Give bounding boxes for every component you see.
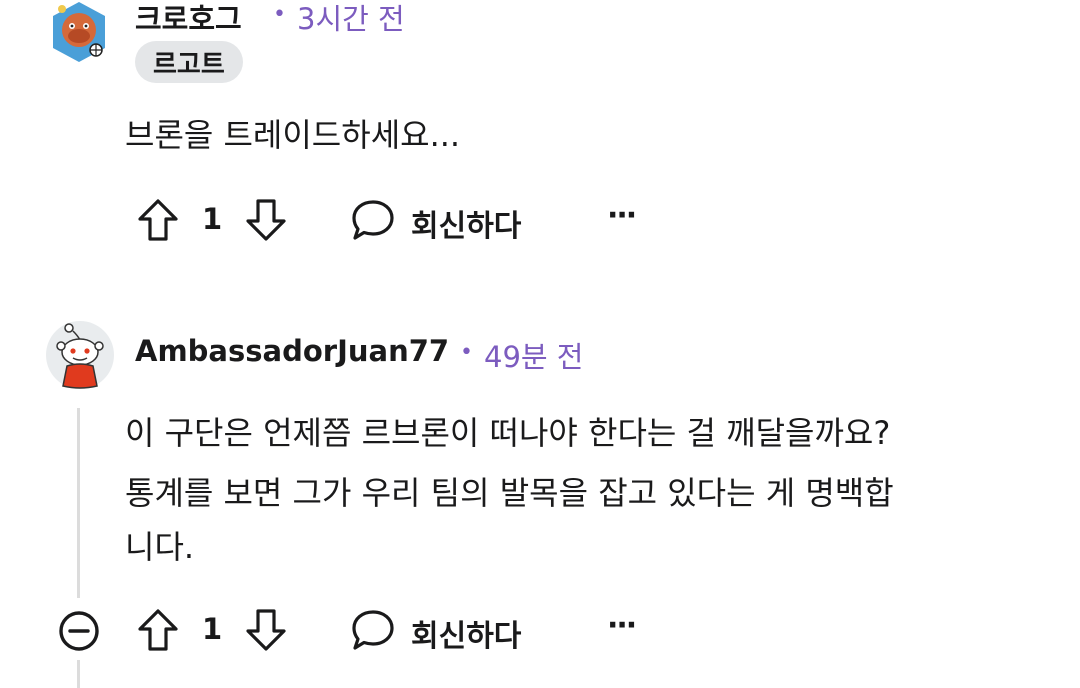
user-flair: 르고트 (135, 41, 243, 83)
vote-count: 1 (202, 202, 223, 236)
username[interactable]: AmbassadorJuan77 (135, 334, 449, 368)
downvote-arrow-icon (246, 609, 286, 651)
reply-button[interactable] (350, 198, 396, 242)
username[interactable]: 크로호그 (135, 0, 242, 38)
collapse-thread-button[interactable] (57, 609, 101, 653)
comment-body-line: 이 구단은 언제쯤 르브론이 떠나야 한다는 걸 깨달을까요? (125, 414, 891, 452)
comment-bubble-icon (352, 200, 394, 240)
downvote-arrow-icon (246, 199, 286, 241)
reply-label[interactable]: 회신하다 (411, 611, 521, 655)
snoo-avatar-icon (53, 2, 105, 62)
downvote-button[interactable] (245, 198, 287, 242)
more-options-button[interactable]: ··· (607, 608, 637, 643)
separator-dot: • (273, 2, 286, 27)
timestamp: 3시간 전 (297, 2, 405, 36)
thread-line[interactable] (77, 660, 80, 688)
avatar[interactable] (50, 0, 108, 64)
comment-body-line: 통계를 보면 그가 우리 팀의 발목을 잡고 있다는 게 명백합 (125, 474, 894, 512)
timestamp: 49분 전 (484, 340, 584, 374)
snoo-avatar-icon (46, 321, 114, 389)
upvote-arrow-icon (138, 609, 178, 651)
more-options-button[interactable]: ··· (607, 198, 637, 233)
vote-count: 1 (202, 612, 223, 646)
thread-line[interactable] (77, 408, 80, 598)
downvote-button[interactable] (245, 608, 287, 652)
separator-dot: • (460, 340, 473, 365)
avatar[interactable] (45, 320, 115, 394)
reply-button[interactable] (350, 608, 396, 652)
upvote-arrow-icon (138, 199, 178, 241)
comment-body: 브론을 트레이드하세요... (125, 116, 461, 154)
upvote-button[interactable] (137, 608, 179, 652)
comment-body-line: 니다. (125, 528, 195, 566)
comment-bubble-icon (352, 610, 394, 650)
minus-circle-icon (59, 611, 99, 651)
upvote-button[interactable] (137, 198, 179, 242)
reply-label[interactable]: 회신하다 (411, 201, 521, 245)
